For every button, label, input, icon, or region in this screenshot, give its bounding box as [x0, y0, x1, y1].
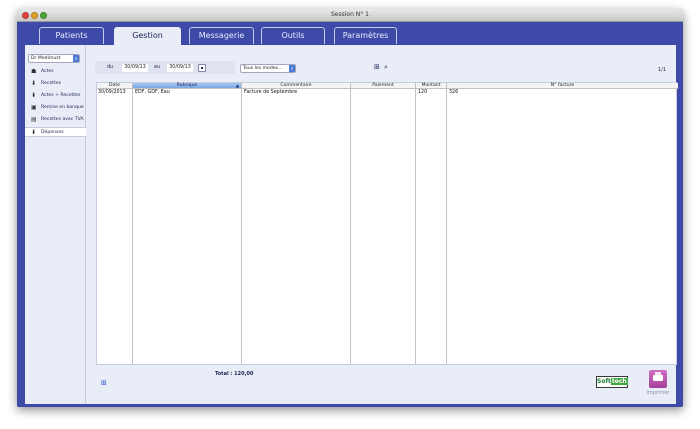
column-header-facture[interactable]: N° facture	[447, 83, 678, 89]
column-divider	[97, 89, 133, 364]
date-filter: du 30/09/13 au 30/09/13 ▪	[95, 61, 235, 74]
column-divider	[351, 89, 416, 364]
cell-date: 30/09/2013	[98, 90, 126, 95]
from-date-field[interactable]: 30/09/13	[122, 64, 148, 72]
tab-parametres[interactable]: Paramètres	[334, 27, 397, 44]
to-label: au	[154, 65, 160, 70]
window-title: Session N° 1	[330, 11, 369, 18]
income-arrow-icon: ⬇	[31, 80, 37, 87]
sidebar-item-recettes[interactable]: ⬇ Recettes	[25, 79, 86, 89]
cell-commentaire: Facture de Septembre	[244, 90, 298, 95]
add-icon[interactable]: ⊞	[374, 63, 380, 71]
column-divider	[416, 89, 447, 364]
expense-arrow-icon: ⬇	[31, 129, 37, 136]
doctor-select-value: Dr Medimust	[31, 56, 61, 61]
total-label: Total : 120,00	[215, 371, 254, 377]
column-divider	[242, 89, 351, 364]
tab-patients[interactable]: Patients	[39, 27, 104, 44]
doctor-select[interactable]: Dr Medimust ⇕	[28, 54, 80, 63]
sidebar-item-recettes-tva[interactable]: ▤ Recettes avec TVA	[25, 115, 86, 125]
combined-icon: ⬇	[31, 92, 37, 99]
search-icon[interactable]: ⌕	[384, 63, 388, 72]
gestion-panel: Dr Medimust ⇕ ☗ Actes ⬇ Recettes ⬇ Actes…	[25, 45, 678, 404]
payment-mode-value: Tous les modes...	[243, 66, 283, 71]
sidebar-item-depenses[interactable]: ⬇ Dépenses	[25, 127, 86, 137]
tab-messagerie[interactable]: Messagerie	[189, 27, 254, 44]
printer-icon	[649, 370, 667, 388]
cell-montant: 120	[418, 90, 428, 95]
sidebar: Dr Medimust ⇕ ☗ Actes ⬇ Recettes ⬇ Actes…	[25, 45, 86, 404]
grid-view-icon[interactable]: ⊞	[101, 379, 107, 387]
softtech-logo: Softtech	[596, 376, 628, 388]
print-label: Imprimer	[646, 390, 670, 396]
sidebar-item-remise-banque[interactable]: ▣ Remise en banque	[25, 103, 86, 113]
chevron-updown-icon: ⇕	[289, 65, 295, 72]
tab-outils[interactable]: Outils	[261, 27, 325, 44]
to-date-field[interactable]: 30/09/13	[167, 64, 193, 72]
sidebar-item-actes-recettes[interactable]: ⬇ Actes + Recettes	[25, 91, 86, 101]
cell-facture: 326	[449, 90, 459, 95]
print-button[interactable]: Imprimer	[645, 370, 671, 400]
bank-deposit-icon: ▣	[31, 104, 37, 111]
from-label: du	[107, 65, 114, 70]
stethoscope-icon: ☗	[31, 68, 37, 75]
sidebar-item-actes[interactable]: ☗ Actes	[25, 67, 86, 77]
title-bar: Session N° 1	[17, 9, 683, 22]
expenses-table: Date Rubrique ▲ Commentaire Paiement Mon…	[96, 82, 678, 365]
tax-sheet-icon: ▤	[31, 116, 37, 123]
payment-mode-select[interactable]: Tous les modes... ⇕	[240, 64, 296, 73]
page-indicator: 1/1	[658, 67, 667, 73]
calendar-icon[interactable]: ▪	[198, 64, 206, 72]
chevron-updown-icon: ⇕	[73, 55, 79, 62]
column-divider	[133, 89, 242, 364]
app-window: Session N° 1 Patients Gestion Messagerie…	[17, 9, 683, 407]
cell-rubrique: EDF, GDF, Eau	[135, 90, 170, 95]
tab-gestion[interactable]: Gestion	[114, 27, 181, 46]
